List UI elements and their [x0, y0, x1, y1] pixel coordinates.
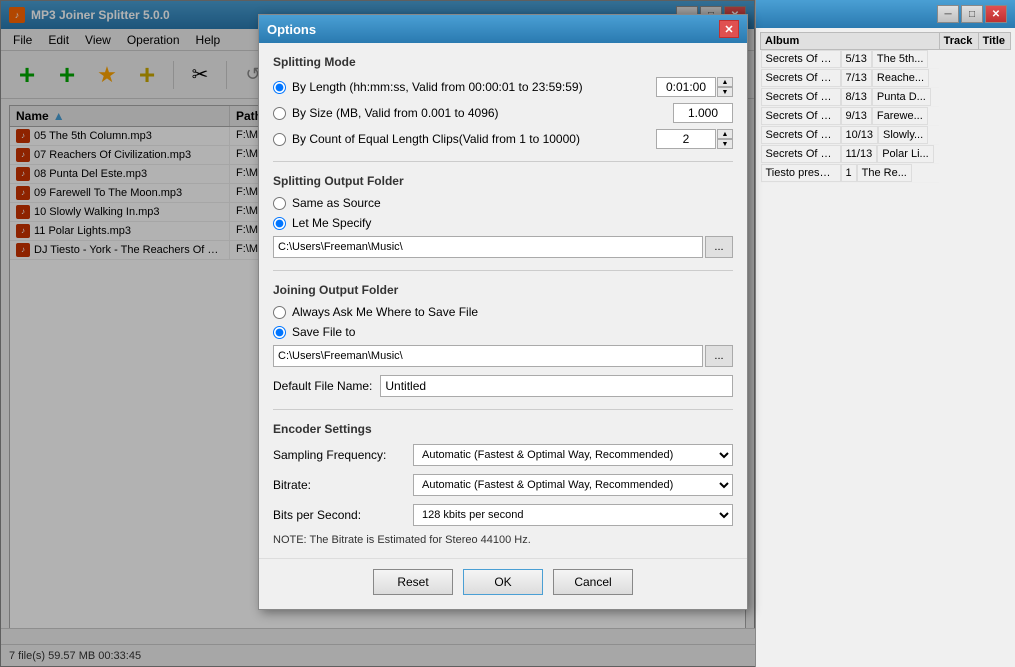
table-row[interactable]: Secrets Of Seduc... 10/13 Slowly... — [761, 126, 940, 145]
dialog-close-button[interactable]: ✕ — [719, 20, 739, 38]
joining-path-input[interactable] — [273, 345, 703, 367]
by-length-input[interactable] — [656, 77, 716, 97]
right-title-controls: ─ □ ✕ — [937, 5, 1007, 23]
by-length-spin-down[interactable]: ▼ — [717, 87, 733, 97]
dialog-title-bar: Options ✕ — [259, 15, 747, 43]
divider-3 — [273, 409, 733, 410]
joining-output-title: Joining Output Folder — [273, 283, 733, 297]
reset-button[interactable]: Reset — [373, 569, 453, 595]
sampling-frequency-label: Sampling Frequency: — [273, 448, 413, 462]
sampling-frequency-select[interactable]: Automatic (Fastest & Optimal Way, Recomm… — [413, 444, 733, 466]
by-length-row: By Length (hh:mm:ss, Valid from 00:00:01… — [273, 77, 733, 97]
save-file-to-radio[interactable] — [273, 326, 286, 339]
by-length-spin-buttons: ▲ ▼ — [717, 77, 733, 97]
save-file-to-label: Save File to — [292, 325, 733, 339]
bits-per-second-select[interactable]: 128 kbits per second 192 kbits per secon… — [413, 504, 733, 526]
sampling-frequency-row: Sampling Frequency: Automatic (Fastest &… — [273, 444, 733, 466]
right-close-button[interactable]: ✕ — [985, 5, 1007, 23]
splitting-output-title: Splitting Output Folder — [273, 174, 733, 188]
save-file-to-row: Save File to — [273, 325, 733, 339]
splitting-browse-button[interactable]: ... — [705, 236, 733, 258]
by-size-row: By Size (MB, Valid from 0.001 to 4096) — [273, 103, 733, 123]
bits-per-second-row: Bits per Second: 128 kbits per second 19… — [273, 504, 733, 526]
let-me-specify-row: Let Me Specify — [273, 216, 733, 230]
table-row[interactable]: Secrets Of Seduc... 9/13 Farewe... — [761, 107, 940, 126]
col-track: Track — [939, 33, 978, 50]
always-ask-row: Always Ask Me Where to Save File — [273, 305, 733, 319]
ok-button[interactable]: OK — [463, 569, 543, 595]
by-count-input[interactable] — [656, 129, 716, 149]
dialog-title: Options — [267, 22, 316, 37]
dialog-body: Splitting Mode By Length (hh:mm:ss, Vali… — [259, 43, 747, 558]
splitting-path-row: ... — [273, 236, 733, 258]
by-length-input-wrapper: ▲ ▼ — [656, 77, 733, 97]
dialog-footer: Reset OK Cancel — [259, 558, 747, 609]
by-size-input[interactable] — [673, 103, 733, 123]
table-row[interactable]: Secrets Of Seduc... 5/13 The 5th... — [761, 50, 940, 69]
encoder-settings-title: Encoder Settings — [273, 422, 733, 436]
table-row[interactable]: Secrets Of Seduc... 7/13 Reache... — [761, 69, 940, 88]
default-name-input[interactable] — [380, 375, 733, 397]
by-count-spin-down[interactable]: ▼ — [717, 139, 733, 149]
let-me-specify-label: Let Me Specify — [292, 216, 733, 230]
col-album: Album — [761, 33, 940, 50]
by-length-spin-up[interactable]: ▲ — [717, 77, 733, 87]
bitrate-label: Bitrate: — [273, 478, 413, 492]
same-as-source-label: Same as Source — [292, 196, 733, 210]
table-row[interactable]: Secrets Of Seduc... 8/13 Punta D... — [761, 88, 940, 107]
by-count-spin-up[interactable]: ▲ — [717, 129, 733, 139]
same-as-source-row: Same as Source — [273, 196, 733, 210]
by-length-radio[interactable] — [273, 81, 286, 94]
cancel-button[interactable]: Cancel — [553, 569, 633, 595]
joining-browse-button[interactable]: ... — [705, 345, 733, 367]
right-table: Album Track Title Secrets Of Seduc... 5/… — [760, 32, 1011, 183]
right-maximize-button[interactable]: □ — [961, 5, 983, 23]
by-size-radio[interactable] — [273, 107, 286, 120]
by-length-label: By Length (hh:mm:ss, Valid from 00:00:01… — [292, 80, 648, 94]
by-count-input-wrapper: ▲ ▼ — [656, 129, 733, 149]
bits-per-second-label: Bits per Second: — [273, 508, 413, 522]
right-panel-title-bar: ─ □ ✕ — [756, 0, 1015, 28]
by-count-row: By Count of Equal Length Clips(Valid fro… — [273, 129, 733, 149]
same-as-source-radio[interactable] — [273, 197, 286, 210]
right-panel-content: Album Track Title Secrets Of Seduc... 5/… — [756, 28, 1015, 187]
splitting-mode-title: Splitting Mode — [273, 55, 733, 69]
by-count-spin-buttons: ▲ ▼ — [717, 129, 733, 149]
col-title: Title — [978, 33, 1010, 50]
always-ask-label: Always Ask Me Where to Save File — [292, 305, 733, 319]
default-name-row: Default File Name: — [273, 375, 733, 397]
joining-path-row: ... — [273, 345, 733, 367]
by-size-label: By Size (MB, Valid from 0.001 to 4096) — [292, 106, 665, 120]
options-dialog: Options ✕ Splitting Mode By Length (hh:m… — [258, 14, 748, 610]
divider-1 — [273, 161, 733, 162]
let-me-specify-radio[interactable] — [273, 217, 286, 230]
by-count-radio[interactable] — [273, 133, 286, 146]
by-count-label: By Count of Equal Length Clips(Valid fro… — [292, 132, 648, 146]
splitting-path-input[interactable] — [273, 236, 703, 258]
always-ask-radio[interactable] — [273, 306, 286, 319]
right-panel: ─ □ ✕ Album Track Title Secrets Of Seduc… — [755, 0, 1015, 667]
note-text: NOTE: The Bitrate is Estimated for Stere… — [273, 534, 733, 546]
default-name-label: Default File Name: — [273, 379, 372, 393]
table-row[interactable]: Tiesto presents I... 1 The Re... — [761, 164, 940, 183]
bitrate-select[interactable]: Automatic (Fastest & Optimal Way, Recomm… — [413, 474, 733, 496]
table-row[interactable]: Secrets Of Seduc... 11/13 Polar Li... — [761, 145, 940, 164]
right-minimize-button[interactable]: ─ — [937, 5, 959, 23]
bitrate-row: Bitrate: Automatic (Fastest & Optimal Wa… — [273, 474, 733, 496]
divider-2 — [273, 270, 733, 271]
